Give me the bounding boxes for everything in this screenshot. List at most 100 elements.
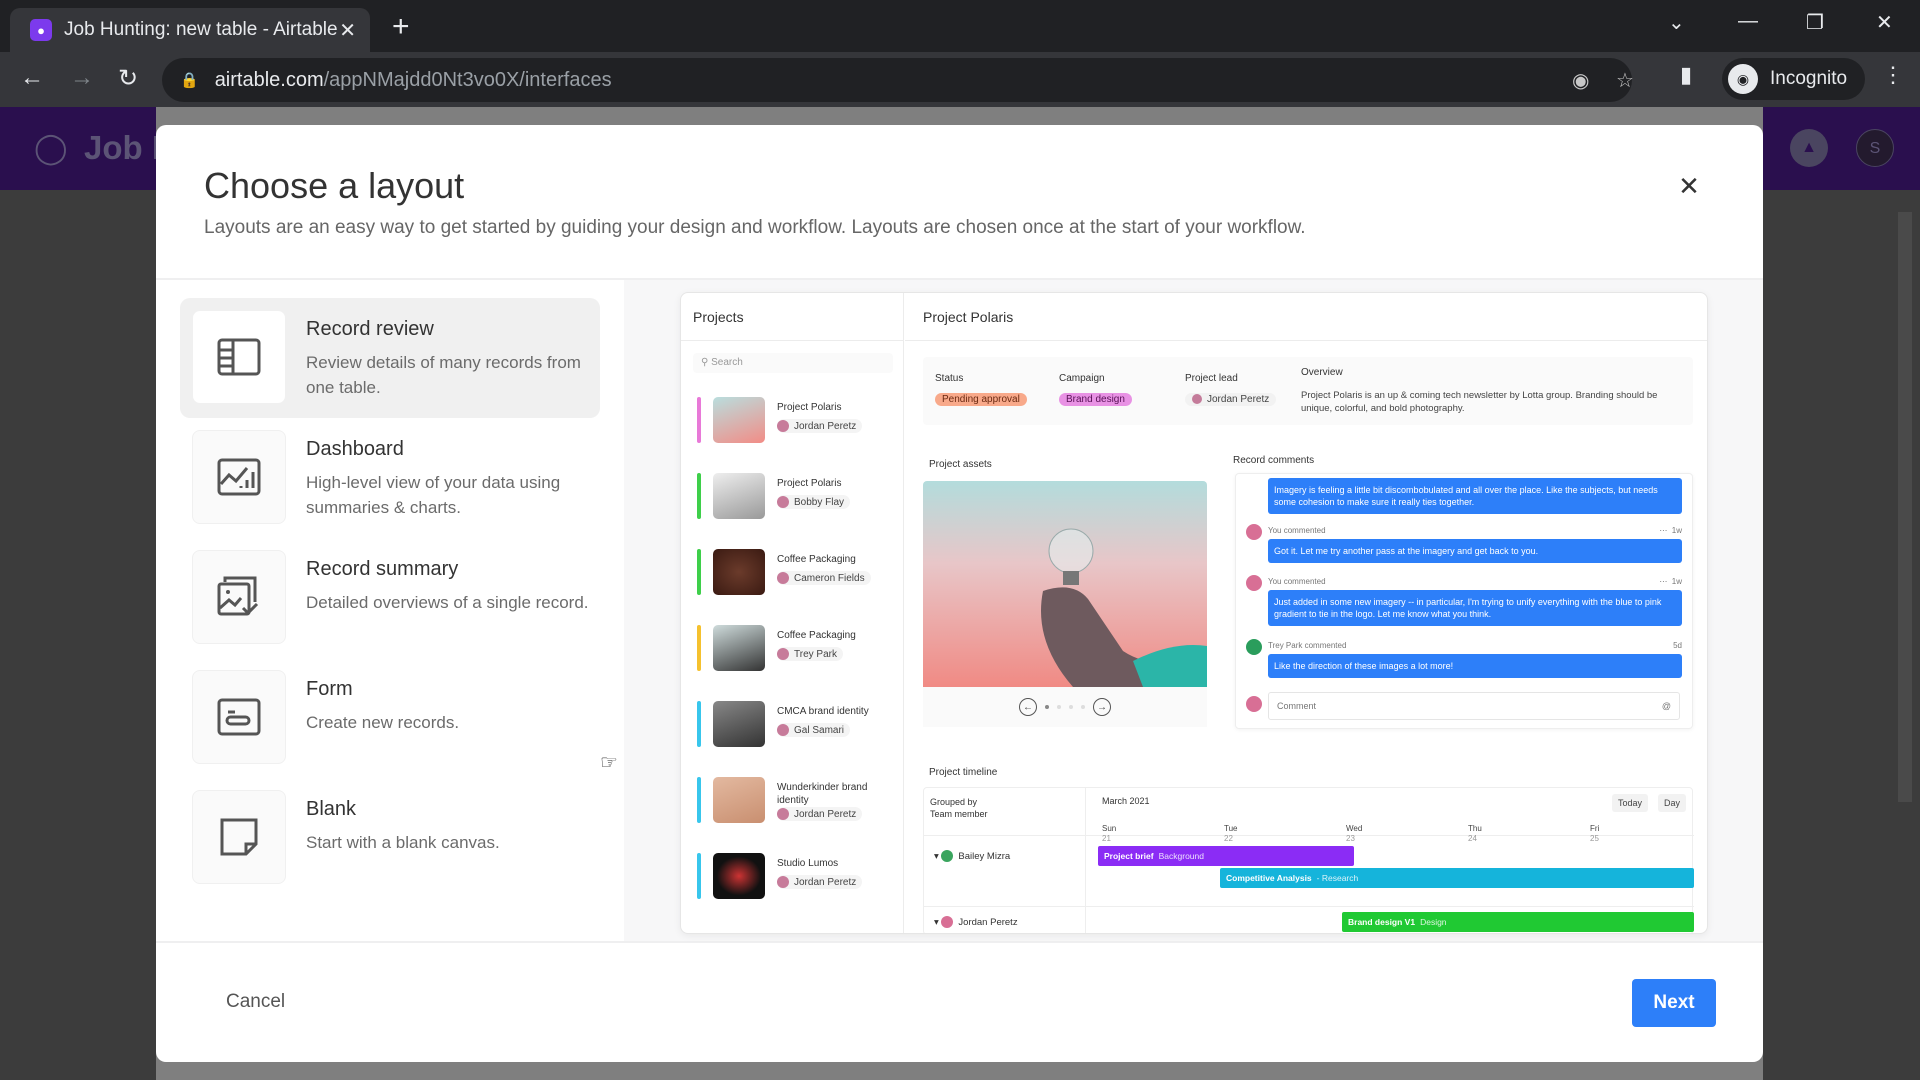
comment-bubble: Like the direction of these images a lot… [1268, 654, 1682, 678]
blank-canvas-icon [192, 790, 286, 884]
project-person: Jordan Peretz [777, 807, 863, 821]
next-arrow-icon[interactable]: → [1093, 698, 1111, 716]
carousel-dot[interactable] [1045, 705, 1049, 709]
person-name: Jordan Peretz [958, 916, 1018, 928]
tab-search-chevron-icon[interactable]: ⌄ [1668, 10, 1685, 35]
project-list-item[interactable]: Coffee Packaging Cameron Fields [693, 539, 893, 611]
url-host: airtable.com [214, 68, 324, 91]
day-name: Sun [1102, 824, 1117, 833]
url-path: /appNMajdd0Nt3vo0X/interfaces [323, 68, 612, 91]
comment-bubble: Imagery is feeling a little bit discombo… [1268, 478, 1682, 514]
project-thumbnail [713, 853, 765, 899]
user-avatar[interactable]: S [1856, 129, 1894, 167]
dialog-subtitle: Layouts are an easy way to get started b… [204, 217, 1306, 238]
close-window-icon[interactable]: ✕ [1876, 10, 1893, 35]
person-name: Gal Samari [794, 724, 845, 736]
incognito-badge[interactable]: ◉ Incognito [1722, 58, 1866, 100]
tracking-protection-eye-icon[interactable]: ◉ [1572, 68, 1589, 93]
address-bar[interactable]: 🔒 airtable.com/appNMajdd0Nt3vo0X/interfa… [162, 58, 1634, 102]
browser-menu-icon[interactable]: ⋮ [1882, 62, 1904, 88]
task-category: Background [1158, 851, 1204, 861]
layout-title: Record summary [306, 558, 459, 580]
browser-tab[interactable]: ● Job Hunting: new table - Airtable ✕ [10, 8, 370, 52]
timeline-person[interactable]: ▾ Bailey Mizra [934, 850, 1010, 862]
dashboard-chart-icon [192, 430, 286, 524]
overview-label: Overview [1301, 367, 1343, 378]
comment-author: You commented [1268, 577, 1326, 586]
choose-layout-dialog: Choose a layout Layouts are an easy way … [156, 125, 1763, 1062]
comment-more-icon[interactable]: ⋯ [1659, 526, 1667, 535]
task-category: - Research [1316, 873, 1359, 883]
layout-option-form[interactable]: Form Create new records. [180, 658, 600, 778]
comment-bubble: Got it. Let me try another pass at the i… [1268, 539, 1682, 563]
carousel-dot[interactable] [1069, 705, 1073, 709]
record-review-icon [192, 310, 286, 404]
side-panel-icon[interactable]: ▮ [1680, 62, 1692, 88]
carousel-dot[interactable] [1057, 705, 1061, 709]
timeline-task-bar[interactable]: Project brief Background [1098, 846, 1354, 866]
carousel-dot[interactable] [1081, 705, 1085, 709]
project-person: Jordan Peretz [777, 419, 863, 433]
back-icon[interactable]: ← [20, 64, 44, 92]
layout-option-record-review[interactable]: Record review Review details of many rec… [180, 298, 600, 418]
project-list-item[interactable]: Studio Lumos Jordan Peretz [693, 843, 893, 915]
avatar [941, 916, 954, 928]
assets-label: Project assets [929, 459, 992, 470]
close-icon: ✕ [1678, 170, 1700, 201]
day-name: Tue [1224, 824, 1238, 833]
project-color-bar [697, 549, 701, 595]
incognito-icon: ◉ [1728, 64, 1758, 94]
comment-more-icon[interactable]: ⋯ [1659, 577, 1667, 586]
avatar [777, 808, 789, 820]
mention-at-icon[interactable]: @ [1662, 701, 1671, 711]
project-list-item[interactable]: CMCA brand identity Gal Samari [693, 691, 893, 763]
campaign-label: Campaign [1059, 373, 1105, 384]
day-view-button[interactable]: Day [1658, 794, 1687, 812]
day-name: Fri [1590, 824, 1600, 833]
close-dialog-button[interactable]: ✕ [1668, 165, 1710, 207]
grouped-by-label: Grouped by [930, 797, 978, 807]
project-list-item[interactable]: Coffee Packaging Trey Park [693, 615, 893, 687]
preview-project-list: Projects ⚲ Search Project Polaris Jordan … [681, 293, 904, 933]
avatar [777, 648, 789, 660]
reload-icon[interactable]: ↻ [118, 64, 138, 93]
project-list-item[interactable]: Wunderkinder brand identity Jordan Peretz [693, 767, 893, 839]
avatar [777, 420, 789, 432]
cancel-button[interactable]: Cancel [226, 991, 285, 1013]
page-scrollbar[interactable] [1898, 212, 1912, 802]
comment-author: You commented [1268, 526, 1326, 535]
timeline-day: Thu 24 [1468, 824, 1482, 844]
comment-input[interactable]: Comment @ [1268, 692, 1680, 720]
project-list-item[interactable]: Project Polaris Bobby Flay [693, 463, 893, 535]
preview-list-header: Projects [681, 293, 903, 341]
minimize-icon[interactable]: — [1738, 10, 1758, 33]
project-color-bar [697, 625, 701, 671]
next-button[interactable]: Next [1632, 979, 1716, 1027]
layout-option-record-summary[interactable]: Record summary Detailed overviews of a s… [180, 538, 600, 658]
layout-option-blank[interactable]: Blank Start with a blank canvas. [180, 778, 600, 898]
close-tab-icon[interactable]: ✕ [339, 18, 356, 43]
record-comments: Imagery is feeling a little bit discombo… [1235, 473, 1693, 729]
bookmark-star-icon[interactable]: ☆ [1616, 68, 1634, 93]
restore-icon[interactable]: ❐ [1806, 10, 1824, 35]
day-number: 25 [1590, 834, 1599, 843]
comment-bubble: Just added in some new imagery -- in par… [1268, 590, 1682, 626]
app-logo-icon: ◯ [34, 132, 68, 165]
layout-description: High-level view of your data using summa… [306, 473, 561, 517]
forward-icon[interactable]: → [70, 64, 94, 92]
previous-arrow-icon[interactable]: ← [1019, 698, 1037, 716]
notifications-bell-icon[interactable]: ▲ [1790, 129, 1828, 167]
timeline-task-bar[interactable]: Brand design V1 Design [1342, 912, 1694, 932]
project-list-item[interactable]: Project Polaris Jordan Peretz [693, 387, 893, 459]
timeline-person[interactable]: ▾ Jordan Peretz [934, 916, 1018, 928]
comment-time: 1w [1671, 526, 1682, 535]
new-tab-icon[interactable]: + [392, 10, 410, 44]
comment-time: 1w [1671, 577, 1682, 586]
day-number: 22 [1224, 834, 1233, 843]
today-button[interactable]: Today [1612, 794, 1649, 812]
layout-option-dashboard[interactable]: Dashboard High-level view of your data u… [180, 418, 600, 538]
timeline-task-bar[interactable]: Competitive Analysis - Research [1220, 868, 1694, 888]
lead-label: Project lead [1185, 373, 1238, 384]
lead-name: Jordan Peretz [1207, 394, 1270, 405]
layout-description: Detailed overviews of a single record. [306, 593, 589, 612]
